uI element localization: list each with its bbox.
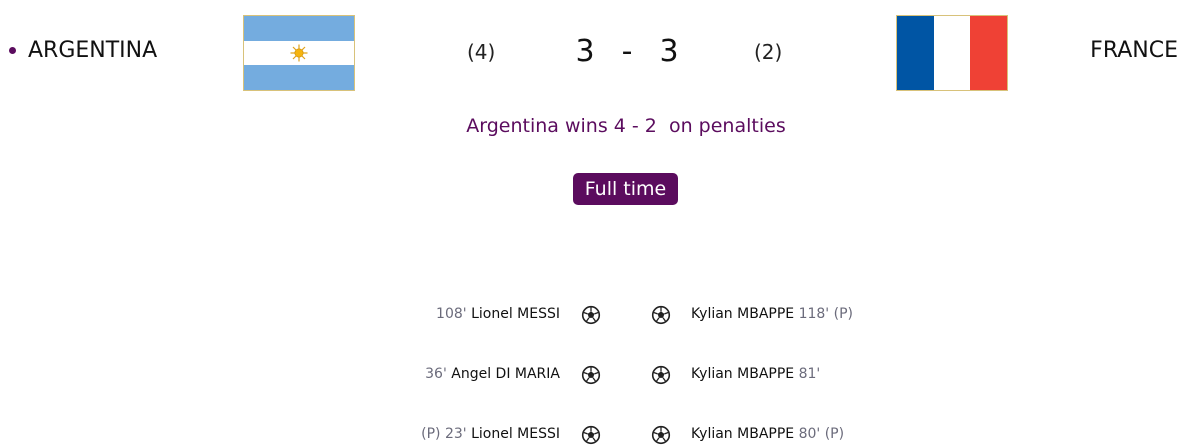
home-goal: 108' Lionel MESSI [436, 306, 560, 322]
goal-row: 108' Lionel MESSI Kylian MBAPPE 118' (P) [0, 303, 1182, 327]
away-goal: Kylian MBAPPE 81' [691, 366, 820, 382]
home-goal: (P) 23' Lionel MESSI [421, 426, 560, 442]
goal-minute: 23' [444, 426, 467, 442]
soccer-ball-icon [581, 425, 601, 445]
soccer-ball-icon [581, 365, 601, 385]
home-team-name: ARGENTINA [28, 38, 158, 63]
goal-row: (P) 23' Lionel MESSI Kylian MBAPPE 80' (… [0, 423, 1182, 447]
away-goal: Kylian MBAPPE 118' (P) [691, 306, 853, 322]
penalty-tag: (P) [421, 426, 441, 442]
goal-row: 36' Angel DI MARIA Kylian MBAPPE 81' [0, 363, 1182, 387]
goal-minute: 36' [425, 366, 447, 382]
goal-scorer[interactable]: Lionel MESSI [471, 426, 560, 442]
soccer-ball-icon [651, 365, 671, 385]
home-goal: 36' Angel DI MARIA [425, 366, 560, 382]
away-score: 3 [659, 34, 679, 69]
home-score: 3 [575, 34, 595, 69]
goal-minute: 118' [798, 306, 830, 322]
home-team[interactable]: ARGENTINA [9, 38, 157, 63]
penalty-tag: (P) [824, 426, 845, 442]
goal-scorer[interactable]: Lionel MESSI [471, 306, 560, 322]
match-scoreboard: ARGENTINA (4) 3 - 3 (2) FRANCE Argentina… [0, 0, 1182, 448]
away-team[interactable]: FRANCE [1090, 38, 1178, 63]
away-goal: Kylian MBAPPE 80' (P) [691, 426, 844, 442]
goal-minute: 108' [436, 306, 467, 322]
france-flag-icon [896, 15, 1008, 91]
final-score: 3 - 3 [574, 34, 680, 69]
soccer-ball-icon [651, 305, 671, 325]
score-separator: - [621, 34, 633, 69]
goal-minute: 81' [798, 366, 821, 382]
goal-scorer[interactable]: Angel DI MARIA [451, 366, 560, 382]
penalty-tag: (P) [833, 306, 853, 322]
argentina-flag-icon [243, 15, 355, 91]
away-penalty-score: (2) [754, 40, 783, 64]
goal-scorer[interactable]: Kylian MBAPPE [691, 306, 794, 322]
goal-minute: 80' [798, 426, 821, 442]
home-penalty-score: (4) [467, 40, 496, 64]
penalty-result-text: Argentina wins 4 - 2 on penalties [466, 115, 786, 137]
soccer-ball-icon [581, 305, 601, 325]
goal-scorer[interactable]: Kylian MBAPPE [691, 426, 794, 442]
match-status-badge: Full time [573, 173, 678, 205]
live-dot-icon [9, 47, 16, 54]
away-team-name: FRANCE [1090, 38, 1178, 63]
goal-scorer[interactable]: Kylian MBAPPE [691, 366, 794, 382]
sun-of-may-icon [290, 44, 308, 62]
soccer-ball-icon [651, 425, 671, 445]
